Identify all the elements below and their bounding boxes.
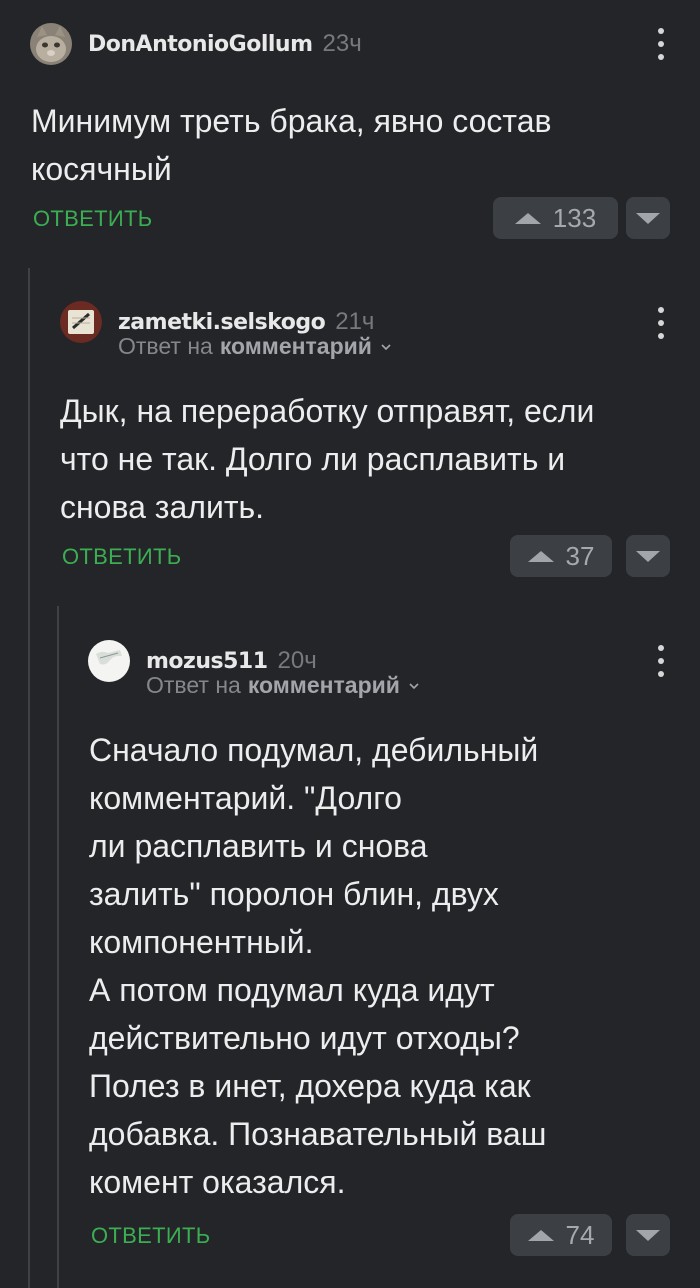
timestamp: 23ч	[322, 30, 362, 57]
notebook-avatar[interactable]	[60, 301, 102, 343]
vote-count: 37	[565, 540, 595, 571]
comment-header: DonAntonioGollum 23ч	[30, 23, 362, 65]
username[interactable]: DonAntonioGollum	[88, 32, 313, 57]
arrow-up-icon	[527, 1229, 554, 1241]
username[interactable]: mozus511	[146, 649, 268, 674]
chevron-down-icon	[381, 343, 391, 350]
downvote-button[interactable]	[626, 535, 670, 577]
reply-to-prefix: Ответ на	[146, 672, 241, 698]
reply-to-target: комментарий	[219, 333, 372, 359]
vote-count: 133	[552, 202, 597, 233]
thread-line-level-2	[57, 606, 59, 1288]
username[interactable]: zametki.selskogo	[118, 310, 326, 335]
white-avatar[interactable]	[88, 640, 130, 682]
downvote-button[interactable]	[626, 197, 670, 239]
reply-to-target: комментарий	[247, 672, 400, 698]
vote-count: 74	[565, 1219, 595, 1250]
upvote-button[interactable]: 74	[510, 1214, 612, 1256]
cat-avatar[interactable]	[30, 23, 72, 65]
reply-button[interactable]: ОТВЕТИТЬ	[62, 544, 181, 570]
reply-button[interactable]: ОТВЕТИТЬ	[91, 1223, 210, 1249]
comment-text: Минимум треть брака, явно состав косячны…	[31, 103, 552, 187]
reply-to-prefix: Ответ на	[118, 333, 213, 359]
upvote-button[interactable]: 133	[493, 197, 618, 239]
reply-to-link[interactable]: Ответ на комментарий	[118, 333, 392, 360]
timestamp: 21ч	[335, 308, 375, 335]
chevron-down-icon	[409, 682, 419, 689]
arrow-up-icon	[527, 550, 554, 562]
downvote-button[interactable]	[626, 1214, 670, 1256]
timestamp: 20ч	[277, 647, 317, 674]
comment-text: Дык, на переработку отправят, если что н…	[60, 393, 595, 525]
more-menu-icon[interactable]	[651, 645, 671, 677]
thread-line-level-1	[28, 268, 30, 1288]
more-menu-icon[interactable]	[651, 28, 671, 60]
arrow-up-icon	[514, 212, 541, 224]
upvote-button[interactable]: 37	[510, 535, 612, 577]
reply-to-link[interactable]: Ответ на комментарий	[146, 672, 420, 699]
arrow-down-icon	[636, 212, 660, 224]
arrow-down-icon	[636, 550, 660, 562]
arrow-down-icon	[636, 1229, 660, 1241]
more-menu-icon[interactable]	[651, 307, 671, 339]
reply-button[interactable]: ОТВЕТИТЬ	[33, 206, 152, 232]
comment-text: Сначало подумал, дебильный комментарий. …	[89, 732, 547, 1200]
